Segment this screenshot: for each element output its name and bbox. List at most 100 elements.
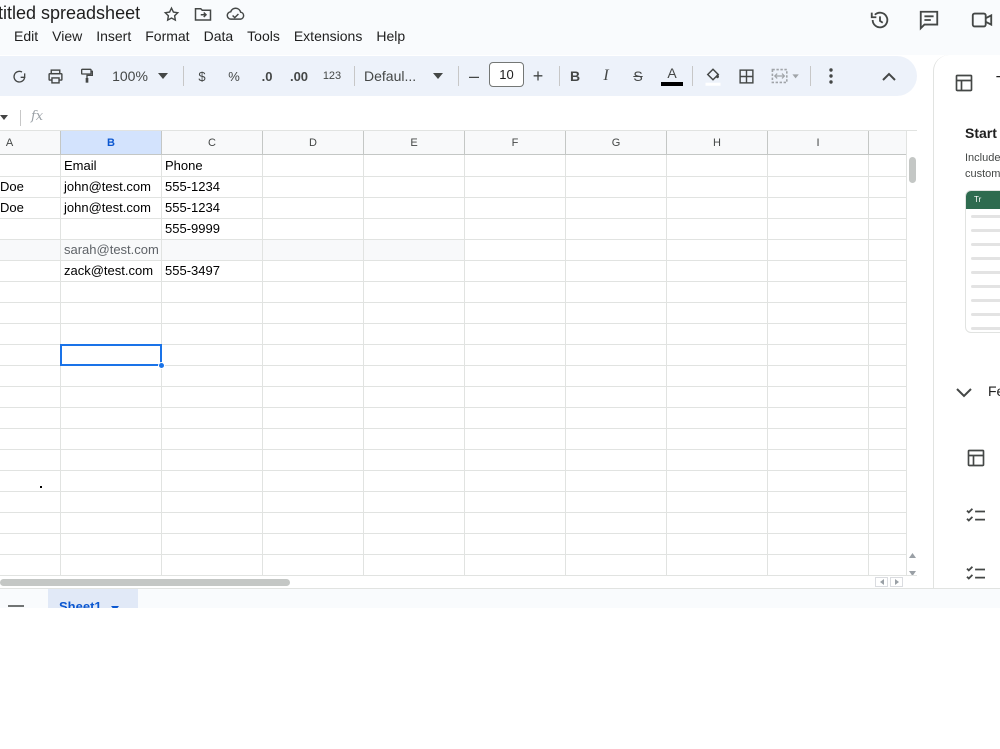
cell-b1[interactable]: Email — [61, 155, 161, 176]
name-box-caret-icon[interactable] — [0, 115, 8, 120]
redo-icon[interactable] — [8, 64, 32, 88]
comments-icon[interactable] — [917, 8, 941, 32]
sheet-tab-label: Sheet1 — [59, 599, 102, 608]
column-header-e[interactable]: E — [364, 131, 465, 155]
decrease-font-size-button[interactable]: – — [466, 64, 482, 88]
cell-a1[interactable] — [0, 155, 60, 176]
menu-insert[interactable]: Insert — [96, 28, 131, 44]
vertical-scrollbar[interactable] — [906, 131, 917, 576]
top-bar: titled spreadsheet Edit View Insert Form… — [0, 0, 1000, 55]
column-header-g[interactable]: G — [566, 131, 667, 155]
scroll-left-icon[interactable] — [875, 577, 888, 587]
gridline — [0, 281, 906, 282]
scroll-right-icon[interactable] — [890, 577, 903, 587]
table-template-icon[interactable] — [964, 446, 988, 470]
font-caret-icon[interactable] — [431, 64, 445, 88]
cell-a4[interactable] — [0, 218, 60, 239]
cell-b4[interactable] — [61, 218, 161, 239]
gridline — [0, 533, 906, 534]
fill-color-icon[interactable] — [701, 64, 725, 88]
increase-decimal-button[interactable]: .00 — [285, 64, 313, 88]
chevron-down-icon[interactable] — [956, 385, 972, 403]
cell-b3[interactable]: john@test.com — [61, 197, 161, 218]
bold-button[interactable]: B — [567, 64, 583, 88]
side-panel-subtitle-line2: custom — [965, 168, 1000, 180]
spreadsheet-grid[interactable]: A B C D E F G H I Email Phone Doe john@t… — [0, 131, 906, 575]
cell-b2[interactable]: john@test.com — [61, 176, 161, 197]
cell-a2[interactable]: Doe — [0, 176, 60, 197]
menu-tools[interactable]: Tools — [247, 28, 280, 44]
zoom-caret-icon[interactable] — [156, 64, 170, 88]
merge-cells-icon[interactable] — [768, 64, 804, 88]
italic-button[interactable]: I — [598, 64, 614, 88]
cell-c4[interactable]: 555-9999 — [162, 218, 262, 239]
cell-a5[interactable] — [0, 239, 60, 260]
strikethrough-button[interactable]: S — [630, 64, 646, 88]
cell-c3[interactable]: 555-1234 — [162, 197, 262, 218]
menu-view[interactable]: View — [52, 28, 82, 44]
all-sheets-icon[interactable] — [8, 602, 24, 608]
column-header-d[interactable]: D — [263, 131, 364, 155]
horizontal-scrollbar[interactable] — [0, 575, 917, 588]
cell-b5[interactable]: sarah@test.com — [61, 239, 162, 260]
menu-edit[interactable]: Edit — [14, 28, 38, 44]
font-size-input[interactable]: 10 — [489, 62, 524, 87]
cell-c5[interactable] — [162, 239, 262, 260]
horizontal-scroll-thumb[interactable] — [0, 579, 290, 586]
template-line — [971, 285, 1000, 288]
document-title[interactable]: titled spreadsheet — [0, 3, 140, 24]
template-line — [971, 243, 1000, 246]
cell-b6[interactable]: zack@test.com — [61, 260, 161, 281]
fill-handle[interactable] — [158, 362, 165, 369]
template-line — [971, 271, 1000, 274]
formula-bar[interactable]: fx — [0, 104, 917, 131]
menu-extensions[interactable]: Extensions — [294, 28, 362, 44]
toolbar-divider — [810, 66, 811, 86]
cloud-status-icon[interactable] — [225, 4, 245, 24]
cell-c1[interactable]: Phone — [162, 155, 262, 176]
version-history-icon[interactable] — [868, 8, 892, 32]
menu-data[interactable]: Data — [204, 28, 234, 44]
scroll-up-icon[interactable] — [909, 545, 916, 563]
column-header-j[interactable] — [869, 131, 906, 155]
cell-a6[interactable] — [0, 260, 60, 281]
side-panel-subtitle-line1: Include — [965, 152, 1000, 164]
side-panel-section-label: Fe — [988, 383, 1000, 399]
template-line — [971, 299, 1000, 302]
collapse-menus-icon[interactable] — [877, 64, 901, 88]
more-options-icon[interactable] — [819, 64, 843, 88]
column-header-h[interactable]: H — [667, 131, 768, 155]
side-panel-title: Start — [965, 125, 997, 141]
sheet-tab-sheet1[interactable]: Sheet1 — [48, 589, 138, 608]
decrease-decimal-button[interactable]: .0 — [255, 64, 279, 88]
menu-format[interactable]: Format — [145, 28, 189, 44]
checklist-icon-2[interactable] — [964, 562, 988, 586]
cell-c6[interactable]: 555-3497 — [162, 260, 262, 281]
table-template-card[interactable]: Tr — [965, 190, 1000, 333]
sheet-tab-caret-icon[interactable] — [111, 606, 120, 608]
more-formats-button[interactable]: 123 — [320, 64, 344, 88]
star-icon[interactable] — [161, 4, 181, 24]
paint-format-icon[interactable] — [75, 64, 99, 88]
percent-format-button[interactable]: % — [225, 64, 243, 88]
checklist-icon[interactable] — [964, 504, 988, 528]
column-header-c[interactable]: C — [162, 131, 263, 155]
column-header-a[interactable]: A — [0, 131, 61, 155]
print-icon[interactable] — [43, 64, 67, 88]
column-header-b[interactable]: B — [61, 131, 162, 155]
active-cell-selection[interactable] — [60, 344, 162, 366]
vertical-scroll-thumb[interactable] — [909, 157, 916, 183]
menu-help[interactable]: Help — [376, 28, 405, 44]
font-family-select[interactable]: Defaul... — [364, 64, 428, 88]
column-header-i[interactable]: I — [768, 131, 869, 155]
video-call-icon[interactable] — [970, 8, 994, 32]
cell-a3[interactable]: Doe — [0, 197, 60, 218]
increase-font-size-button[interactable]: + — [530, 64, 546, 88]
borders-icon[interactable] — [734, 64, 758, 88]
currency-format-button[interactable]: $ — [193, 64, 211, 88]
cell-c2[interactable]: 555-1234 — [162, 176, 262, 197]
column-header-f[interactable]: F — [465, 131, 566, 155]
zoom-select[interactable]: 100% — [108, 64, 152, 88]
move-folder-icon[interactable] — [193, 4, 213, 24]
text-color-button[interactable]: A — [660, 64, 684, 88]
